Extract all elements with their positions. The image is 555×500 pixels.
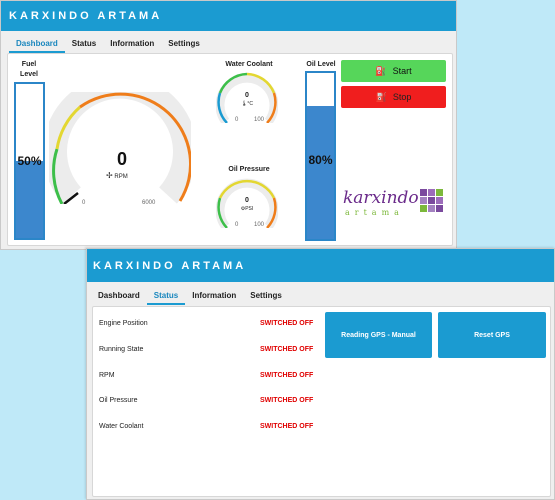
- logo-text: karxindo: [343, 188, 419, 208]
- rpm-unit-label: RPM: [114, 174, 128, 180]
- reset-gps-button[interactable]: Reset GPS: [438, 312, 546, 358]
- status-label-water-coolant: Water Coolant: [99, 423, 144, 430]
- company-logo: karxindo artama: [343, 186, 447, 226]
- fuel-level-fill: [16, 161, 43, 238]
- oil-pressure-min: 0: [235, 222, 239, 228]
- coolant-min: 0: [235, 117, 239, 123]
- status-window: KARXINDO ARTAMA Dashboard Status Informa…: [86, 248, 555, 500]
- oil-level-fill: [307, 106, 334, 239]
- start-button[interactable]: ⛽ Start: [341, 60, 446, 82]
- tab-information[interactable]: Information: [185, 283, 243, 305]
- tab-settings[interactable]: Settings: [161, 31, 207, 53]
- status-value-rpm: SWITCHED OFF: [260, 372, 314, 379]
- stop-button-label: Stop: [392, 92, 412, 102]
- logo-subtext: artama: [345, 208, 404, 217]
- status-label-oil-pressure: Oil Pressure: [99, 397, 138, 404]
- tab-bar: Dashboard Status Information Settings: [87, 283, 554, 305]
- coolant-title: Water Coolant: [225, 61, 273, 68]
- logo-mark: [420, 189, 443, 212]
- rpm-min: 0: [82, 200, 86, 206]
- app-title: KARXINDO ARTAMA: [87, 249, 554, 282]
- tab-status[interactable]: Status: [146, 283, 186, 305]
- engine-off-icon: ⛽: [375, 91, 387, 102]
- rpm-gauge: [49, 92, 191, 204]
- fuel-level-bar: 50%: [14, 82, 45, 240]
- coolant-value: 0: [245, 92, 249, 99]
- oil-pressure-max: 100: [254, 222, 265, 228]
- fan-icon: ✢: [106, 171, 113, 180]
- status-panel: Engine Position SWITCHED OFF Running Sta…: [92, 306, 551, 497]
- tab-dashboard[interactable]: Dashboard: [91, 283, 147, 305]
- stop-button[interactable]: ⛽ Stop: [341, 86, 446, 108]
- oil-pressure-unit-label: PSI: [245, 206, 254, 212]
- start-button-label: Start: [392, 66, 412, 76]
- status-label-running-state: Running State: [99, 346, 144, 353]
- status-value-running-state: SWITCHED OFF: [260, 346, 314, 353]
- oil-level-label: Oil Level: [306, 61, 336, 68]
- status-value-water-coolant: SWITCHED OFF: [260, 423, 314, 430]
- status-value-engine-position: SWITCHED OFF: [260, 320, 314, 327]
- tab-information[interactable]: Information: [103, 31, 161, 53]
- tab-dashboard[interactable]: Dashboard: [9, 31, 65, 53]
- fuel-level-value: 50%: [17, 154, 42, 168]
- tab-settings[interactable]: Settings: [243, 283, 289, 305]
- status-value-oil-pressure: SWITCHED OFF: [260, 397, 314, 404]
- fuel-label-line1: Fuel: [21, 61, 37, 68]
- status-label-rpm: RPM: [99, 372, 115, 379]
- tab-bar: Dashboard Status Information Settings: [1, 31, 456, 53]
- reading-gps-manual-button[interactable]: Reading GPS - Manual: [325, 312, 432, 358]
- dashboard-window: KARXINDO ARTAMA Dashboard Status Informa…: [0, 0, 457, 250]
- oil-pressure-value: 0: [245, 197, 249, 204]
- rpm-max: 6000: [142, 200, 156, 206]
- engine-icon: ⛽: [375, 65, 387, 76]
- oil-level-bar: 80%: [305, 71, 336, 241]
- rpm-value: 0: [116, 149, 127, 169]
- coolant-unit: 🌡°C: [233, 101, 261, 107]
- app-title: KARXINDO ARTAMA: [1, 1, 456, 31]
- oil-level-value: 80%: [308, 153, 333, 167]
- rpm-unit: ✢ RPM: [106, 171, 146, 180]
- coolant-unit-label: °C: [247, 101, 253, 107]
- oil-pressure-unit: ⚙PSI: [233, 206, 261, 212]
- tab-status[interactable]: Status: [65, 31, 103, 53]
- fuel-label-line2: Level: [20, 71, 38, 78]
- coolant-max: 100: [254, 117, 265, 123]
- fuel-label: Fuel Level: [12, 60, 46, 80]
- oil-pressure-title: Oil Pressure: [228, 166, 270, 173]
- status-label-engine-position: Engine Position: [99, 320, 148, 327]
- dashboard-panel: Fuel Level 50% 0 ✢ RPM 0 6000 Water Cool…: [7, 53, 453, 246]
